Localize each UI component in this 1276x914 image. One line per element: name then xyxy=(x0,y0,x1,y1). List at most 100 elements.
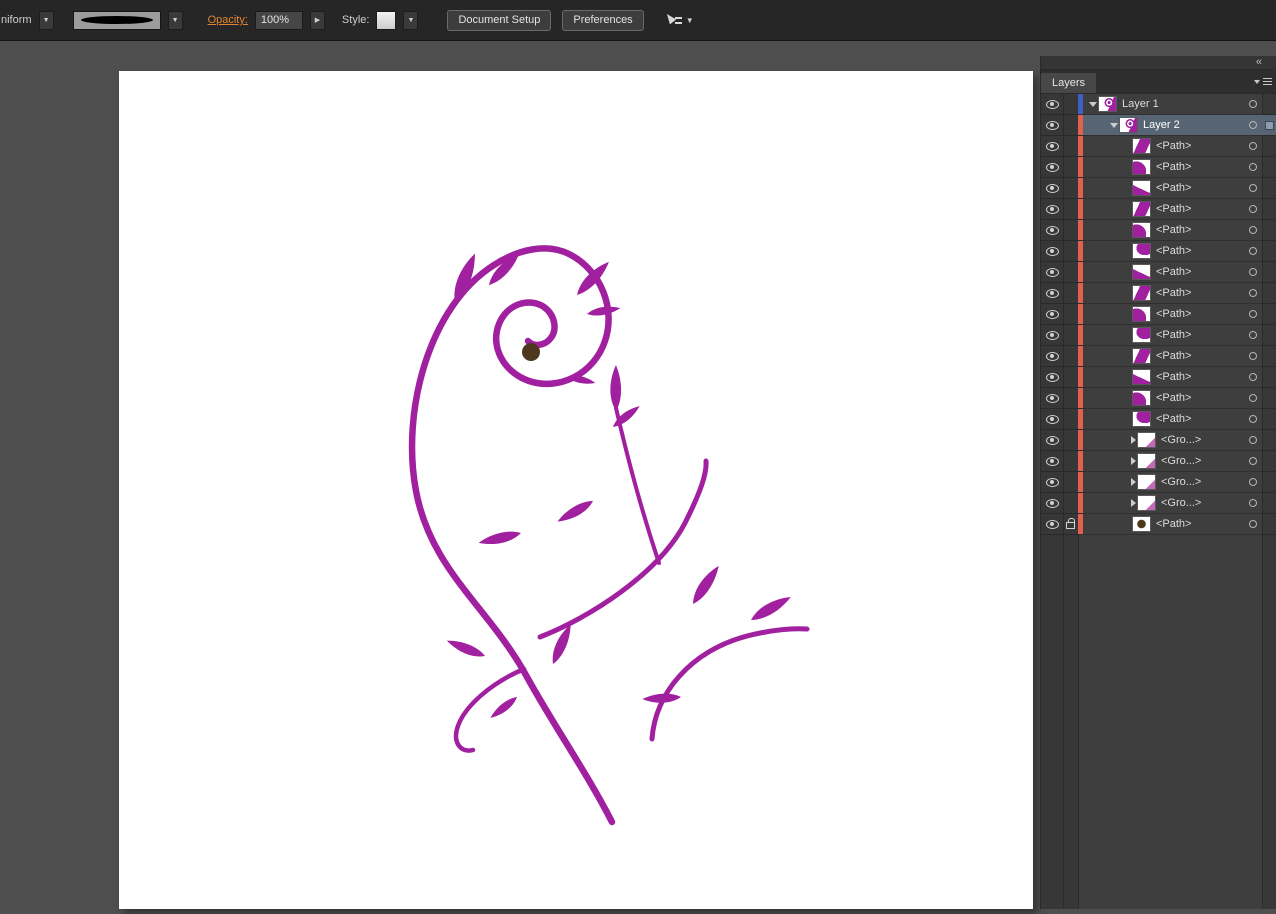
layer-row[interactable]: <Gro...> xyxy=(1041,493,1276,514)
lock-toggle[interactable] xyxy=(1063,346,1078,366)
document-setup-button[interactable]: Document Setup xyxy=(447,10,551,31)
layer-row[interactable]: <Path> xyxy=(1041,367,1276,388)
layer-row[interactable]: <Path> xyxy=(1041,241,1276,262)
lock-toggle[interactable] xyxy=(1063,262,1078,282)
visibility-toggle[interactable] xyxy=(1041,367,1063,387)
lock-toggle[interactable] xyxy=(1063,493,1078,513)
layer-row-content[interactable]: <Path> xyxy=(1083,136,1244,156)
expand-toggle-icon[interactable] xyxy=(1131,457,1136,465)
visibility-toggle[interactable] xyxy=(1041,199,1063,219)
lock-toggle[interactable] xyxy=(1063,220,1078,240)
layer-row-content[interactable]: Layer 1 xyxy=(1083,94,1244,114)
layer-row-content[interactable]: <Path> xyxy=(1083,409,1244,429)
lock-toggle[interactable] xyxy=(1063,199,1078,219)
selection-column[interactable] xyxy=(1262,304,1276,324)
layer-row-content[interactable]: <Path> xyxy=(1083,241,1244,261)
layer-row[interactable]: <Path> xyxy=(1041,136,1276,157)
layer-row[interactable]: <Path> xyxy=(1041,178,1276,199)
select-similar-icon[interactable] xyxy=(665,13,682,28)
opacity-input[interactable]: 100% xyxy=(255,11,303,30)
visibility-toggle[interactable] xyxy=(1041,493,1063,513)
visibility-toggle[interactable] xyxy=(1041,409,1063,429)
layer-row[interactable]: <Path> xyxy=(1041,346,1276,367)
collapse-dock-icon[interactable]: « xyxy=(1256,57,1262,68)
visibility-toggle[interactable] xyxy=(1041,178,1063,198)
tab-layers[interactable]: Layers xyxy=(1041,73,1096,93)
target-circle[interactable] xyxy=(1244,304,1262,324)
visibility-toggle[interactable] xyxy=(1041,325,1063,345)
selection-column[interactable] xyxy=(1262,493,1276,513)
visibility-toggle[interactable] xyxy=(1041,514,1063,534)
selection-column[interactable] xyxy=(1262,178,1276,198)
selection-column[interactable] xyxy=(1262,472,1276,492)
layer-row[interactable]: <Path> xyxy=(1041,514,1276,535)
visibility-toggle[interactable] xyxy=(1041,430,1063,450)
selection-column[interactable] xyxy=(1262,220,1276,240)
target-circle[interactable] xyxy=(1244,430,1262,450)
target-circle[interactable] xyxy=(1244,115,1262,135)
layer-row-content[interactable]: <Path> xyxy=(1083,346,1244,366)
target-circle[interactable] xyxy=(1244,241,1262,261)
visibility-toggle[interactable] xyxy=(1041,94,1063,114)
visibility-toggle[interactable] xyxy=(1041,115,1063,135)
visibility-toggle[interactable] xyxy=(1041,220,1063,240)
selection-column[interactable] xyxy=(1262,325,1276,345)
target-circle[interactable] xyxy=(1244,157,1262,177)
selection-column[interactable] xyxy=(1262,451,1276,471)
expand-toggle-icon[interactable] xyxy=(1110,123,1118,128)
layer-row-content[interactable]: <Gro...> xyxy=(1083,472,1244,492)
selection-column[interactable] xyxy=(1262,199,1276,219)
visibility-toggle[interactable] xyxy=(1041,136,1063,156)
layer-row-content[interactable]: <Path> xyxy=(1083,220,1244,240)
selection-column[interactable] xyxy=(1262,367,1276,387)
selection-column[interactable] xyxy=(1262,388,1276,408)
target-circle[interactable] xyxy=(1244,472,1262,492)
selection-column[interactable] xyxy=(1262,430,1276,450)
visibility-toggle[interactable] xyxy=(1041,304,1063,324)
selection-column[interactable] xyxy=(1262,514,1276,534)
layer-row[interactable]: <Path> xyxy=(1041,409,1276,430)
stroke-profile-dropdown[interactable]: ▼ xyxy=(39,11,54,30)
visibility-toggle[interactable] xyxy=(1041,346,1063,366)
layer-row[interactable]: <Path> xyxy=(1041,304,1276,325)
lock-toggle[interactable] xyxy=(1063,388,1078,408)
layer-row-content[interactable]: <Gro...> xyxy=(1083,493,1244,513)
visibility-toggle[interactable] xyxy=(1041,262,1063,282)
target-circle[interactable] xyxy=(1244,136,1262,156)
layer-row-content[interactable]: <Path> xyxy=(1083,262,1244,282)
target-circle[interactable] xyxy=(1244,493,1262,513)
selection-column[interactable] xyxy=(1262,283,1276,303)
lock-toggle[interactable] xyxy=(1063,367,1078,387)
layer-row[interactable]: <Path> xyxy=(1041,283,1276,304)
visibility-toggle[interactable] xyxy=(1041,451,1063,471)
target-circle[interactable] xyxy=(1244,283,1262,303)
expand-toggle-icon[interactable] xyxy=(1131,478,1136,486)
layer-row-content[interactable]: <Path> xyxy=(1083,388,1244,408)
panel-menu-icon[interactable] xyxy=(1254,70,1276,93)
target-circle[interactable] xyxy=(1244,367,1262,387)
selection-column[interactable] xyxy=(1262,409,1276,429)
target-circle[interactable] xyxy=(1244,178,1262,198)
target-circle[interactable] xyxy=(1244,451,1262,471)
visibility-toggle[interactable] xyxy=(1041,472,1063,492)
layer-row-content[interactable]: <Gro...> xyxy=(1083,451,1244,471)
layer-row[interactable]: <Path> xyxy=(1041,157,1276,178)
target-circle[interactable] xyxy=(1244,262,1262,282)
layer-row-content[interactable]: <Path> xyxy=(1083,157,1244,177)
visibility-toggle[interactable] xyxy=(1041,283,1063,303)
lock-toggle[interactable] xyxy=(1063,472,1078,492)
target-circle[interactable] xyxy=(1244,220,1262,240)
layer-row-content[interactable]: <Path> xyxy=(1083,304,1244,324)
layer-row-content[interactable]: <Path> xyxy=(1083,178,1244,198)
lock-toggle[interactable] xyxy=(1063,157,1078,177)
layer-row[interactable]: <Path> xyxy=(1041,220,1276,241)
target-circle[interactable] xyxy=(1244,388,1262,408)
selection-column[interactable] xyxy=(1262,346,1276,366)
lock-toggle[interactable] xyxy=(1063,430,1078,450)
layer-row-content[interactable]: <Path> xyxy=(1083,367,1244,387)
lock-toggle[interactable] xyxy=(1063,283,1078,303)
layer-row[interactable]: <Gro...> xyxy=(1041,430,1276,451)
lock-toggle[interactable] xyxy=(1063,514,1078,534)
preferences-button[interactable]: Preferences xyxy=(562,10,643,31)
select-similar-dropdown[interactable]: ▼ xyxy=(686,16,694,25)
